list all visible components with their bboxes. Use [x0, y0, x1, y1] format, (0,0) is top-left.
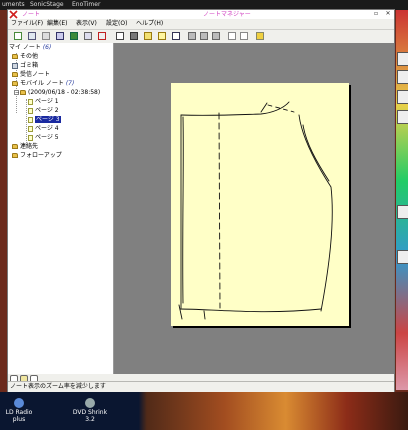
collapse-icon[interactable]: − — [14, 90, 19, 96]
tree-root-my-notes[interactable]: マイ ノート (6) — [9, 44, 51, 52]
handwritten-sketch — [178, 101, 333, 320]
radio-icon — [14, 398, 24, 408]
desktop-shortcut-dvd-shrink[interactable]: DVD Shrink 3.2 — [70, 398, 110, 423]
folder-icon — [12, 81, 18, 86]
menu-view[interactable]: 表示(V) — [75, 19, 98, 29]
print-icon[interactable] — [130, 32, 138, 40]
open-folder-icon[interactable] — [144, 32, 152, 40]
window-title: ノートマネジャー — [203, 11, 251, 18]
menu-settings[interactable]: 設定(O) — [105, 19, 128, 29]
layout-list-icon[interactable] — [200, 32, 208, 40]
page-icon — [28, 107, 33, 114]
tree-guide — [26, 99, 27, 145]
folder-icon — [12, 72, 18, 77]
tree-item-follow-up[interactable]: フォローアップ — [12, 152, 62, 160]
eraser-icon[interactable] — [240, 32, 248, 40]
export-icon[interactable] — [172, 32, 180, 40]
tree-item-contacts[interactable]: 連絡先 — [12, 143, 38, 151]
delete-icon[interactable] — [98, 32, 106, 40]
select-area-icon[interactable] — [116, 32, 124, 40]
desktop-icon[interactable] — [397, 52, 408, 66]
move-icon[interactable] — [70, 32, 78, 40]
desktop-shortcut-ld-radio[interactable]: LD Radio plus — [2, 398, 36, 423]
folder-icon — [12, 54, 18, 59]
page-icon — [28, 116, 33, 123]
folder-icon — [12, 144, 18, 149]
page-icon — [28, 134, 33, 141]
close-icon[interactable]: ✕ — [384, 10, 392, 18]
desktop-icon[interactable] — [397, 70, 408, 84]
tree-item-trash[interactable]: ゴミ箱 — [12, 62, 38, 70]
desktop-right-icons — [396, 10, 408, 390]
page-icon — [28, 125, 33, 132]
menu-bar: ファイル(F) 編集(E) 表示(V) 設定(O) ヘルプ(H) — [8, 19, 394, 29]
copy-icon[interactable] — [28, 32, 36, 40]
note-page[interactable] — [171, 83, 349, 326]
paste-icon[interactable] — [56, 32, 64, 40]
minimize-icon[interactable]: ▫ — [372, 10, 380, 18]
desktop-icon[interactable] — [397, 110, 408, 124]
cut-icon[interactable] — [42, 32, 50, 40]
app-logo-icon — [9, 10, 18, 19]
tree-item-page-5[interactable]: ページ 5 — [28, 134, 59, 142]
menu-help[interactable]: ヘルプ(H) — [135, 19, 164, 29]
tree-item-inbox[interactable]: 受信ノート — [12, 71, 50, 79]
tree-item-page-3[interactable]: ページ 3 — [28, 116, 61, 124]
desktop-icon[interactable] — [397, 250, 408, 264]
pen-icon[interactable] — [228, 32, 236, 40]
folder-icon — [12, 153, 18, 158]
page-icon — [28, 98, 33, 105]
tree-item-notebook-date[interactable]: − (2009/06/18 - 02:38:58) — [14, 89, 100, 97]
tree-item-page-1[interactable]: ページ 1 — [28, 98, 59, 106]
tree-item-other[interactable]: その他 — [12, 53, 38, 61]
layout-detail-icon[interactable] — [212, 32, 220, 40]
desktop-item[interactable]: EnoTimer — [72, 1, 100, 8]
tree-item-page-2[interactable]: ページ 2 — [28, 107, 59, 115]
folder-open-icon — [20, 90, 26, 95]
desktop-item[interactable]: SonicStage — [30, 1, 64, 8]
menu-edit[interactable]: 編集(E) — [46, 19, 68, 29]
status-text: ノート表示のズーム率を減少します — [10, 383, 106, 390]
note-view-pane[interactable] — [114, 43, 394, 374]
desktop-icon[interactable] — [397, 90, 408, 104]
menu-file[interactable]: ファイル(F) — [10, 19, 44, 29]
duplicate-icon[interactable] — [84, 32, 92, 40]
tree-item-page-4[interactable]: ページ 4 — [28, 125, 59, 133]
new-note-icon[interactable] — [14, 32, 22, 40]
desktop-icon[interactable] — [397, 205, 408, 219]
tree-item-mobile-notes[interactable]: モバイル ノート (7) — [12, 80, 74, 88]
note-manager-window: ノート ノートマネジャー ▫ ✕ ファイル(F) 編集(E) 表示(V) 設定(… — [7, 9, 395, 392]
note-tree: マイ ノート (6) その他 ゴミ箱 受信ノート モバイル ノート (7) −(… — [8, 43, 114, 374]
desktop-wallpaper: LD Radio plus DVD Shrink 3.2 — [0, 392, 408, 430]
note-page-icon[interactable] — [158, 32, 166, 40]
status-bar: ノート表示のズーム率を減少します — [8, 381, 394, 392]
layout-thumbnails-icon[interactable] — [188, 32, 196, 40]
dvd-icon — [85, 398, 95, 408]
help-icon[interactable] — [256, 32, 264, 40]
trash-icon — [12, 62, 18, 69]
title-bar[interactable]: ノート ノートマネジャー ▫ ✕ — [8, 10, 394, 19]
window-title-left: ノート — [22, 11, 41, 18]
toolbar — [8, 29, 394, 44]
desktop-item[interactable]: uments — [2, 1, 25, 8]
